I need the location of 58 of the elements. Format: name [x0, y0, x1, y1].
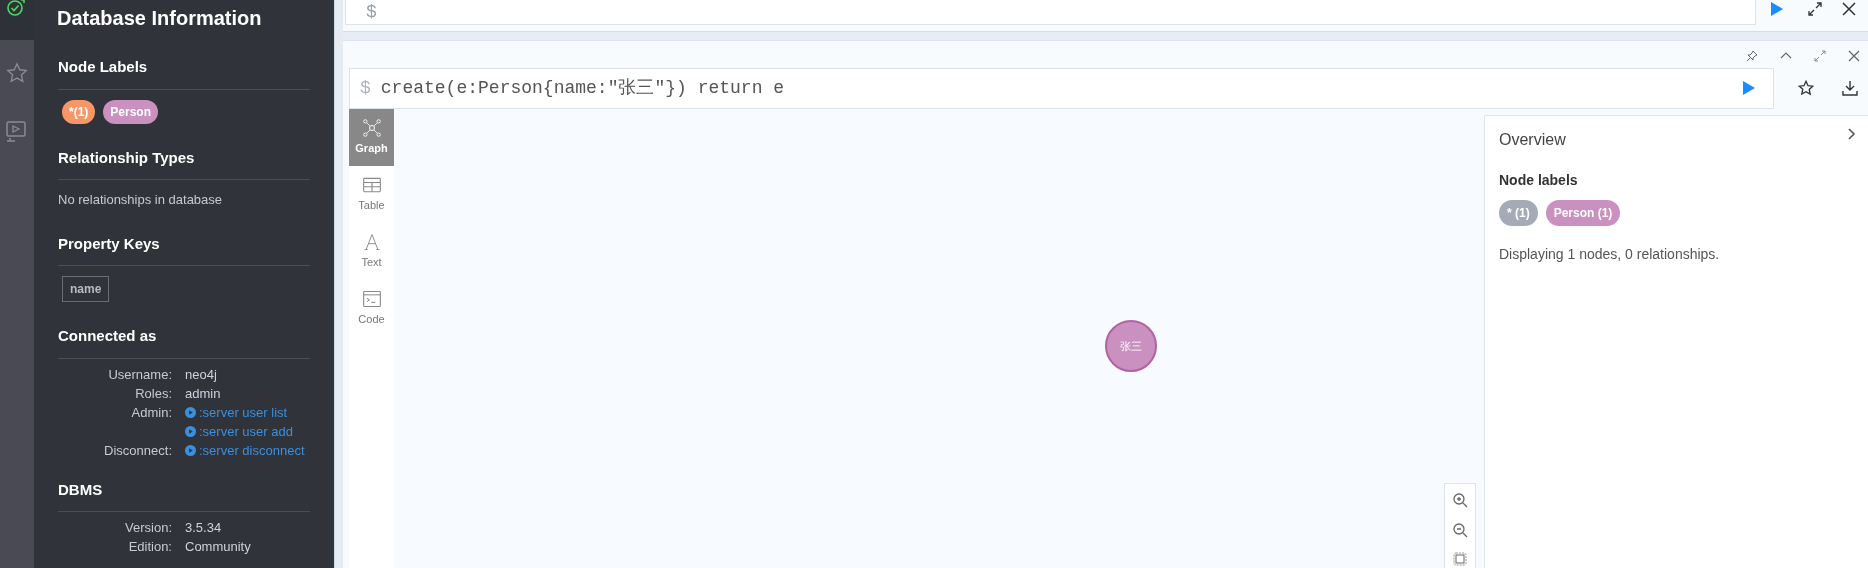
prompt-symbol: $ [366, 0, 377, 24]
result-tab[interactable]: Graph [349, 109, 394, 166]
info-text: No relationships in database [58, 191, 224, 209]
query-editor[interactable]: $ [345, 0, 1756, 25]
field-label: Disconnect: [104, 442, 172, 458]
section-heading: DBMS [58, 466, 310, 512]
field-value: Community [185, 539, 251, 555]
field-value: 3.5.34 [185, 520, 222, 536]
panel-title: Overview [1499, 130, 1566, 150]
play-circle-icon [185, 407, 196, 418]
play-icon[interactable] [1742, 80, 1756, 96]
graph-node[interactable]: 张三 [1105, 320, 1157, 372]
label-badge[interactable]: Person (1) [1545, 200, 1621, 226]
play-icon[interactable] [1770, 1, 1784, 17]
field-label: Username: [108, 366, 172, 382]
sidebar-title: Database Information [57, 6, 263, 31]
fullscreen-icon[interactable] [1814, 50, 1826, 62]
star-icon[interactable] [1798, 80, 1814, 96]
query-text: create(e:Person{name:"张三"}) return e [380, 76, 785, 100]
query-editor[interactable]: $ create(e:Person{name:"张三"}) return e [349, 67, 1774, 109]
field-label: Roles: [135, 385, 172, 401]
play-circle-icon [185, 445, 196, 456]
play-circle-icon [185, 426, 196, 437]
result-tab[interactable]: Text [349, 223, 394, 280]
close-icon[interactable] [1848, 50, 1860, 62]
expand-icon[interactable] [1808, 2, 1822, 16]
label-badge[interactable]: * (1) [1499, 200, 1538, 226]
chevron-right-icon[interactable] [1848, 128, 1856, 140]
field-label: Edition: [128, 539, 172, 554]
command-link[interactable]: :server disconnect [185, 442, 305, 459]
section-heading: Connected as [58, 313, 310, 359]
collapse-icon[interactable] [1780, 51, 1792, 61]
terminal-icon [361, 289, 382, 310]
command-link[interactable]: :server user add [185, 423, 293, 440]
graph-icon [361, 118, 382, 139]
zoom-in-icon[interactable] [1452, 492, 1468, 508]
section-heading: Relationship Types [58, 134, 310, 180]
command-link[interactable]: :server user list [185, 404, 288, 421]
field-label: Version: [125, 520, 172, 535]
section-heading: Property Keys [58, 220, 310, 266]
zoom-out-icon[interactable] [1452, 522, 1468, 538]
property-key-tag[interactable]: name [62, 276, 110, 302]
result-tab[interactable]: Table [349, 166, 394, 223]
field-value: admin [185, 385, 221, 402]
section-heading: Node Labels [58, 44, 310, 90]
label-badge[interactable]: Person [103, 99, 159, 124]
field-label: Admin: [131, 404, 172, 420]
close-icon[interactable] [1842, 2, 1856, 16]
star-icon[interactable] [6, 62, 28, 84]
database-check-icon[interactable] [6, 0, 28, 18]
summary-text: Displaying 1 nodes, 0 relationships. [1499, 245, 1721, 264]
download-icon[interactable] [1842, 80, 1858, 96]
pin-icon[interactable] [1746, 50, 1758, 62]
result-tab[interactable]: Code [349, 280, 394, 337]
prompt-symbol: $ [360, 76, 371, 100]
section-heading: Node labels [1499, 171, 1579, 190]
field-value: neo4j [185, 366, 217, 383]
label-badge[interactable]: *(1) [62, 99, 96, 124]
